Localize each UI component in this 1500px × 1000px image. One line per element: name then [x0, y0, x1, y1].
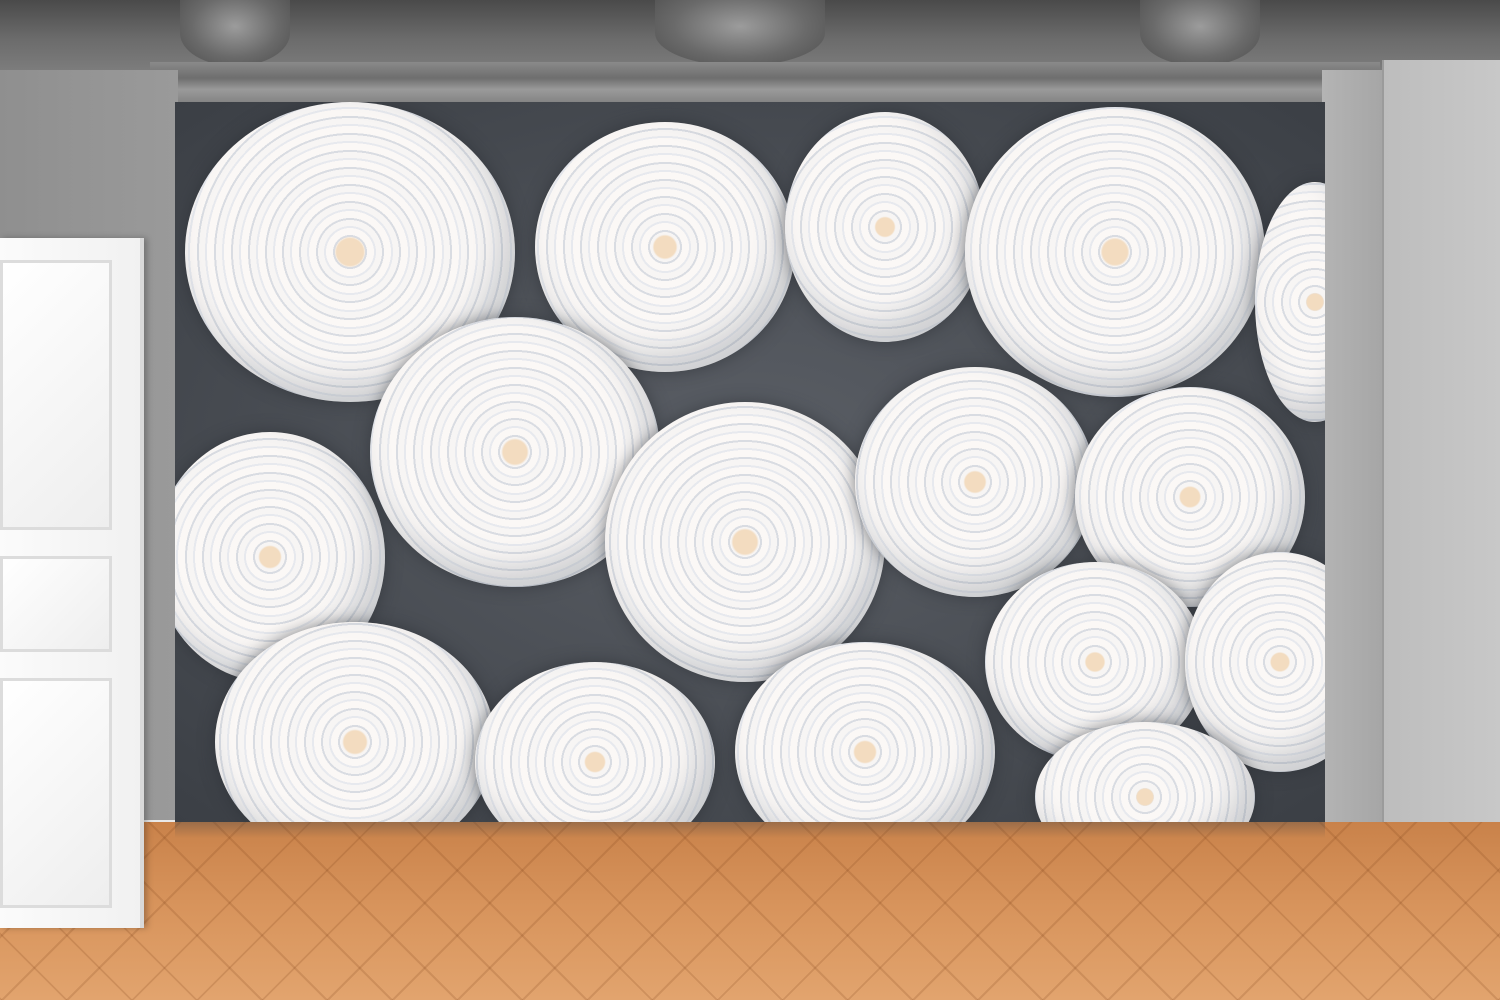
rose	[965, 107, 1265, 397]
door-panel	[0, 556, 112, 652]
door-panel	[0, 260, 112, 530]
rose	[605, 402, 885, 682]
floor-shadow	[175, 822, 1325, 838]
open-white-door	[0, 238, 144, 928]
door-panel	[0, 678, 112, 908]
room-scene	[0, 0, 1500, 1000]
rose	[1255, 182, 1325, 422]
ceiling-ornament	[180, 0, 290, 66]
far-right-wall	[1382, 60, 1500, 860]
rose-wall-mural	[175, 102, 1325, 822]
rose	[475, 662, 715, 822]
herringbone-wood-floor	[0, 822, 1500, 1000]
rose	[855, 367, 1095, 597]
ceiling-ornament	[1140, 0, 1260, 66]
right-wall-edge	[1322, 70, 1382, 850]
rose	[785, 112, 985, 342]
ceiling-ornament	[655, 0, 825, 66]
